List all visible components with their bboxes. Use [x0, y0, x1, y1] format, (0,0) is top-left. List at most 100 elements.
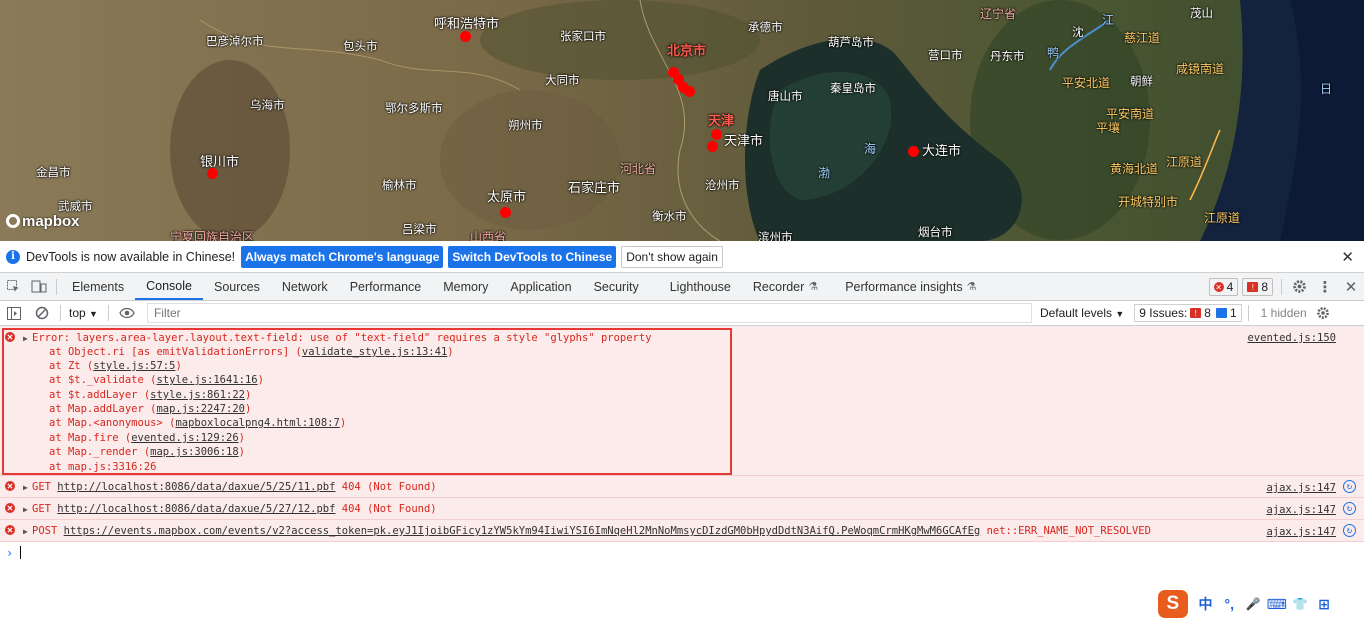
request-url-link[interactable]: https://events.mapbox.com/events/v2?acce…: [64, 525, 981, 537]
log-levels-dropdown[interactable]: Default levels ▼: [1040, 306, 1124, 320]
tab-recorder-label: Recorder: [752, 279, 805, 294]
map-label: 唐山市: [768, 89, 803, 103]
map-label: 山西省: [470, 230, 507, 241]
issues-button[interactable]: 9 Issues: ! 8 1: [1134, 304, 1242, 322]
map-point[interactable]: [460, 31, 471, 42]
devtools-tabbar: Elements Console Sources Network Perform…: [0, 273, 1364, 301]
map-label: 葫芦岛市: [828, 35, 874, 49]
request-line: GET http://localhost:8086/data/daxue/5/2…: [32, 481, 437, 493]
tab-application[interactable]: Application: [499, 273, 582, 300]
request-source-link[interactable]: ajax.js:147: [1266, 504, 1336, 516]
stack-frame-link[interactable]: style.js:861:22: [150, 389, 245, 401]
ime-punctuation-icon[interactable]: °,: [1217, 596, 1241, 612]
mapbox-logo[interactable]: mapbox: [6, 213, 80, 230]
map-label: 辽宁省: [980, 7, 1017, 21]
tab-network[interactable]: Network: [271, 273, 339, 300]
stack-frame-link[interactable]: style.js:1641:16: [156, 374, 257, 386]
skin-shirt-icon[interactable]: 👕: [1289, 597, 1313, 611]
expand-triangle-icon[interactable]: ▶: [23, 334, 28, 343]
network-request-icon[interactable]: ↻: [1343, 502, 1356, 515]
tab-memory[interactable]: Memory: [432, 273, 499, 300]
map-label: 咸镜南道: [1176, 62, 1225, 76]
tab-lighthouse[interactable]: Lighthouse: [650, 273, 742, 300]
request-source-link[interactable]: ajax.js:147: [1266, 482, 1336, 494]
map-label: 宁夏回族自治区: [170, 230, 255, 241]
issue-count-badge[interactable]: ! 8: [1242, 278, 1273, 296]
dont-show-again-button[interactable]: Don't show again: [621, 245, 723, 268]
settings-gear-icon[interactable]: [1286, 273, 1312, 300]
clear-console-icon[interactable]: [28, 306, 56, 320]
tab-elements[interactable]: Elements: [61, 273, 135, 300]
console-error-message[interactable]: ✕ ▶ GET http://localhost:8086/data/daxue…: [0, 476, 1364, 498]
error-count-badge[interactable]: ✕ 4: [1208, 278, 1239, 296]
map-point[interactable]: [908, 146, 919, 157]
device-toolbar-icon[interactable]: [26, 273, 52, 300]
console-filter-input[interactable]: [146, 303, 1032, 323]
console-settings-gear-icon[interactable]: [1309, 306, 1337, 320]
inspect-element-icon[interactable]: [0, 273, 26, 300]
network-request-icon[interactable]: ↻: [1343, 480, 1356, 493]
tab-console[interactable]: Console: [135, 273, 203, 300]
stack-frame: at Map.addLayer (map.js:2247:20): [49, 403, 252, 415]
console-error-message[interactable]: ✕ ▶ POST https://events.mapbox.com/event…: [0, 520, 1364, 542]
console-input-caret[interactable]: [20, 546, 21, 559]
request-url-link[interactable]: http://localhost:8086/data/daxue/5/27/12…: [57, 503, 335, 515]
map-point[interactable]: [711, 129, 722, 140]
error-source-link[interactable]: evented.js:150: [1247, 332, 1336, 344]
tab-performance[interactable]: Performance: [339, 273, 433, 300]
stack-frame-link[interactable]: map.js:3006:18: [150, 446, 239, 458]
stack-frame-link[interactable]: map.js:3316:26: [68, 461, 157, 473]
map-label: 江原道: [1166, 155, 1203, 169]
map-label: 沧州市: [705, 178, 740, 192]
console-error-message[interactable]: ✕ ▶ Error: layers.area-layer.layout.text…: [0, 326, 1364, 476]
sogou-logo-icon[interactable]: S: [1158, 590, 1188, 618]
map-canvas[interactable]: 巴彦淖尔市 包头市 呼和浩特市 张家口市 承德市 葫芦岛市 营口市 辽宁省 乌海…: [0, 0, 1364, 241]
keyboard-icon[interactable]: ⌨: [1265, 596, 1289, 613]
context-selector[interactable]: top ▼: [69, 306, 98, 320]
error-count: 4: [1226, 280, 1234, 294]
stack-frame-link[interactable]: style.js:57:5: [93, 360, 175, 372]
issue-icon: !: [1247, 282, 1259, 292]
request-url-link[interactable]: http://localhost:8086/data/daxue/5/25/11…: [57, 481, 335, 493]
ime-chinese-mode[interactable]: 中: [1194, 594, 1218, 614]
map-point[interactable]: [207, 168, 218, 179]
issue-error-icon: !: [1190, 308, 1202, 318]
map-label: 茂山: [1190, 6, 1213, 20]
stack-frame: at Map._render (map.js:3006:18): [49, 446, 245, 458]
tab-sources[interactable]: Sources: [203, 273, 271, 300]
match-language-button[interactable]: Always match Chrome's language: [241, 245, 444, 268]
map-point[interactable]: [707, 141, 718, 152]
microphone-icon[interactable]: 🎤: [1241, 597, 1265, 611]
console-error-message[interactable]: ✕ ▶ GET http://localhost:8086/data/daxue…: [0, 498, 1364, 520]
info-icon: i: [6, 249, 20, 264]
more-options-icon[interactable]: ⋮: [1312, 273, 1338, 300]
network-request-icon[interactable]: ↻: [1343, 524, 1356, 537]
map-label: 烟台市: [918, 225, 953, 239]
close-icon[interactable]: ✕: [1341, 248, 1354, 266]
ime-toolbar[interactable]: S 中 °, 🎤 ⌨ 👕 ⊞: [1158, 589, 1336, 619]
stack-frame-link[interactable]: evented.js:129:26: [131, 432, 238, 444]
tab-performance-insights[interactable]: Performance insights ⚗: [829, 273, 987, 300]
live-expression-eye-icon[interactable]: [113, 307, 141, 319]
infobar-message: DevTools is now available in Chinese!: [26, 249, 236, 264]
map-point[interactable]: [500, 207, 511, 218]
expand-triangle-icon[interactable]: ▶: [23, 527, 28, 536]
map-label: 榆林市: [382, 178, 417, 192]
stack-frame-link[interactable]: validate_style.js:13:41: [302, 346, 447, 358]
stack-frame-link[interactable]: map.js:2247:20: [156, 403, 245, 415]
expand-triangle-icon[interactable]: ▶: [23, 483, 28, 492]
error-icon: ✕: [5, 481, 15, 491]
toolbox-grid-icon[interactable]: ⊞: [1312, 596, 1336, 613]
sidebar-toggle-icon[interactable]: [0, 306, 28, 320]
map-label: 大连市: [922, 144, 962, 159]
close-devtools-icon[interactable]: ✕: [1338, 273, 1364, 300]
tab-security[interactable]: Security: [583, 273, 650, 300]
expand-triangle-icon[interactable]: ▶: [23, 505, 28, 514]
request-source-link[interactable]: ajax.js:147: [1266, 526, 1336, 538]
stack-frame: at map.js:3316:26: [49, 461, 157, 473]
dropdown-arrow-icon: ▼: [1115, 309, 1125, 319]
switch-to-chinese-button[interactable]: Switch DevTools to Chinese: [448, 245, 617, 268]
stack-frame-link[interactable]: mapboxlocalpng4.html:108:7: [175, 417, 339, 429]
tab-recorder[interactable]: Recorder ⚗: [742, 273, 829, 300]
map-point[interactable]: [684, 86, 695, 97]
